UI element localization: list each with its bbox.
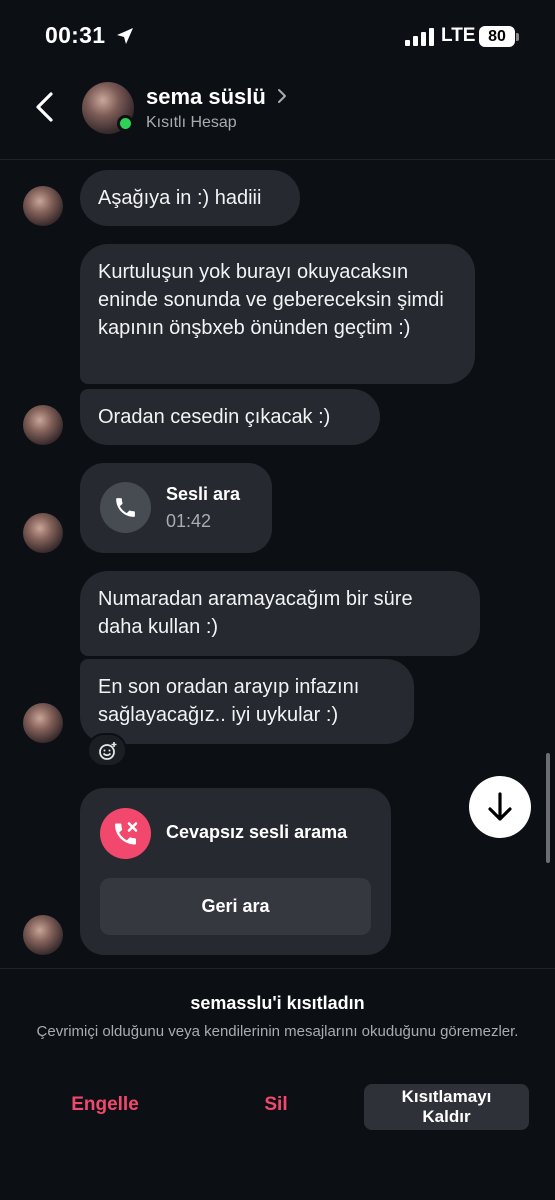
message-bubble[interactable]: Oradan cesedin çıkacak :) (80, 389, 380, 445)
signal-bars-icon (405, 28, 434, 46)
message-bubble[interactable]: En son oradan arayıp infazını sağlayacağ… (80, 659, 414, 744)
location-arrow-icon (117, 28, 133, 44)
scrollbar[interactable] (546, 753, 550, 863)
call-title: Sesli ara (166, 484, 241, 504)
restricted-description: Çevrimiçi olduğunu veya kendilerinin mes… (36, 1023, 519, 1040)
call-duration: 01:42 (166, 511, 212, 531)
add-reaction-button[interactable] (87, 733, 127, 767)
smiley-plus-icon (99, 742, 117, 760)
sender-avatar[interactable] (23, 513, 63, 553)
message-bubble[interactable]: Kurtuluşun yok burayı okuyacaksın eninde… (80, 244, 475, 384)
restricted-panel: semasslu'i kısıtladın Çevrimiçi olduğunu… (0, 968, 555, 1200)
status-time: 00:31 (45, 22, 106, 48)
delete-button[interactable]: Sil (226, 1094, 326, 1116)
missed-call-icon (100, 808, 151, 859)
scroll-to-bottom-button[interactable] (469, 776, 531, 838)
back-chevron-icon[interactable] (30, 90, 60, 124)
message-bubble[interactable]: Aşağıya in :) hadiii (80, 170, 300, 226)
sender-avatar[interactable] (23, 703, 63, 743)
sender-avatar[interactable] (23, 915, 63, 955)
sender-avatar[interactable] (23, 186, 63, 226)
network-type: LTE (441, 25, 476, 46)
message-bubble[interactable]: Numaradan aramayacağım bir süre daha kul… (80, 571, 480, 656)
online-status-dot (117, 115, 134, 132)
chevron-right-icon[interactable] (276, 87, 288, 105)
unrestrict-button[interactable]: Kısıtlamayı Kaldır (364, 1084, 529, 1130)
contact-name[interactable]: sema süslü (146, 84, 266, 110)
block-button[interactable]: Engelle (40, 1094, 170, 1116)
phone-icon (100, 482, 151, 533)
restricted-title: semasslu'i kısıtladın (190, 993, 365, 1013)
sender-avatar[interactable] (23, 405, 63, 445)
battery-cap (516, 33, 519, 41)
status-bar: 00:31 LTE 80 (0, 0, 555, 70)
missed-call-title: Cevapsız sesli arama (166, 822, 348, 842)
voice-call-card[interactable]: Sesli ara 01:42 (80, 463, 272, 553)
account-status: Kısıtlı Hesap (146, 114, 237, 131)
missed-call-card: Cevapsız sesli arama Geri ara (80, 788, 391, 955)
call-back-button[interactable]: Geri ara (100, 878, 371, 935)
battery-icon: 80 (479, 26, 515, 47)
chat-header: sema süslü Kısıtlı Hesap (0, 70, 555, 160)
arrow-down-icon (488, 792, 512, 821)
